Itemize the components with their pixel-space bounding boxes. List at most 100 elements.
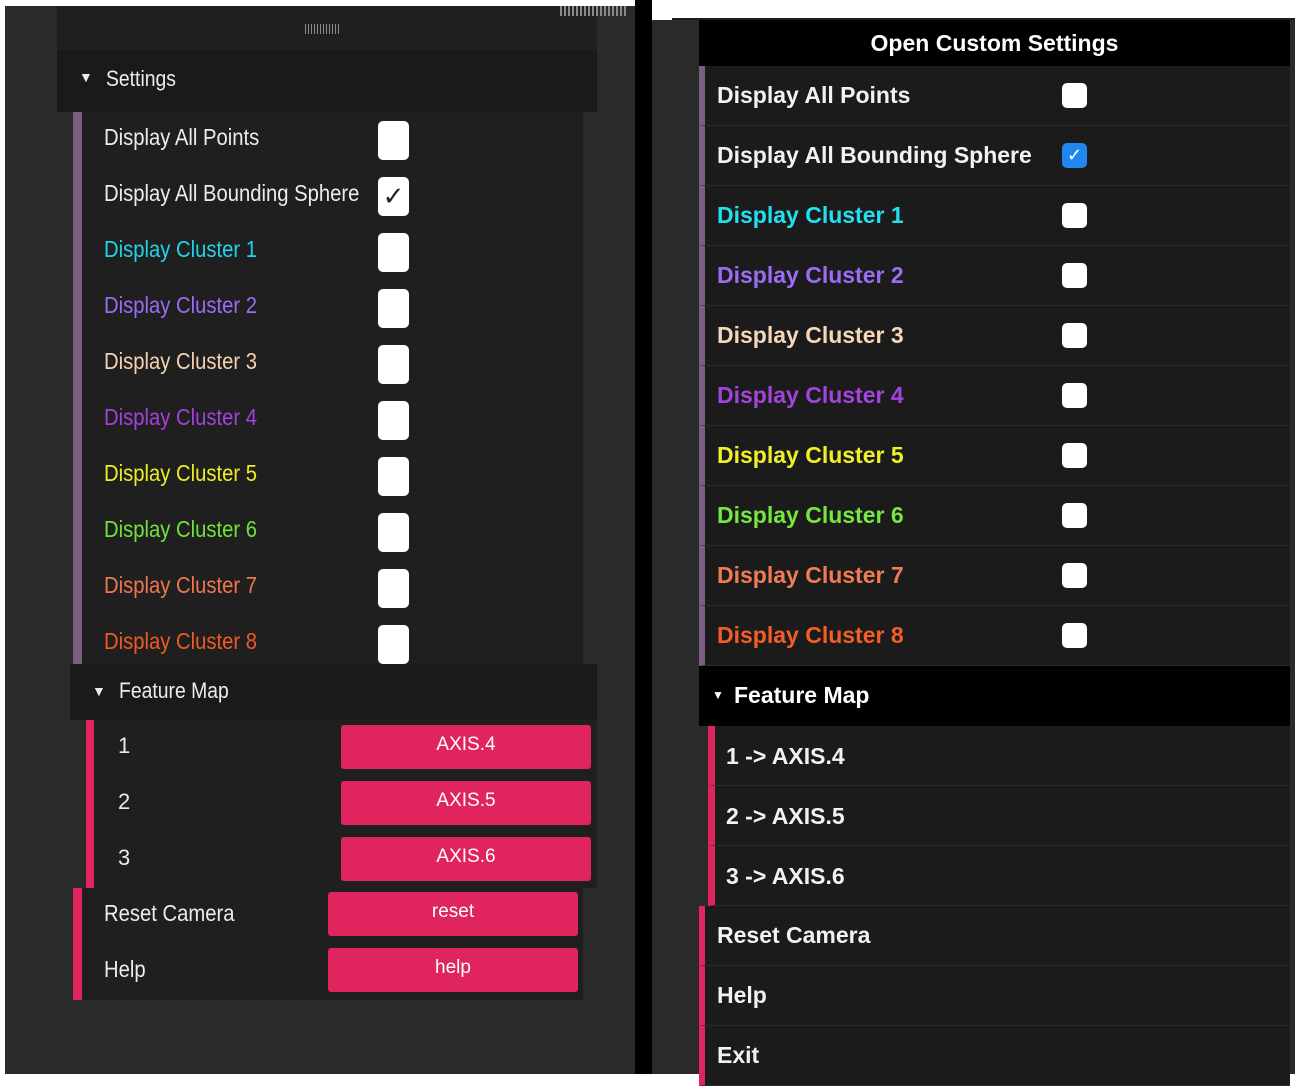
setting-row[interactable]: Display Cluster 7 [699,546,1290,606]
feature-map-title: Feature Map [119,678,229,703]
exit-label: Exit [717,1042,760,1068]
setting-row[interactable]: Display Cluster 1 [699,186,1290,246]
setting-row[interactable]: Display Cluster 2 [699,246,1290,306]
setting-label: Display Cluster 7 [717,562,904,588]
setting-row[interactable]: Display Cluster 4 [73,392,583,448]
setting-checkbox[interactable] [378,289,409,328]
settings-rows: Display All Points Display All Bounding … [73,112,583,672]
feature-map-folder-header[interactable]: ▼ Feature Map [70,664,597,720]
setting-row[interactable]: Display All Bounding Sphere ✓ [73,168,583,224]
setting-row[interactable]: Display Cluster 4 [699,366,1290,426]
feature-map-row: 1 AXIS.4 [86,720,597,776]
setting-checkbox[interactable] [1062,203,1087,228]
setting-label: Display Cluster 5 [104,460,257,486]
setting-label: Display Cluster 4 [104,404,257,430]
reset-camera-row[interactable]: Reset Camera [699,906,1290,966]
setting-checkbox[interactable] [378,233,409,272]
setting-label: Display Cluster 8 [717,622,904,648]
setting-label: Display Cluster 4 [717,382,904,408]
feature-map-folder-header[interactable]: ▼ Feature Map [699,666,1290,726]
setting-checkbox[interactable]: ✓ [378,177,409,216]
setting-label: Display Cluster 5 [717,442,904,468]
setting-label: Display Cluster 8 [104,628,257,654]
feature-map-label: 3 -> AXIS.6 [726,863,845,889]
setting-row[interactable]: Display Cluster 3 [73,336,583,392]
bottom-controls: Reset Camera reset Help help [73,888,583,1000]
left-gui-panel: ▼ Settings Display All Points Display Al… [57,6,597,1006]
setting-label: Display Cluster 6 [104,516,257,542]
setting-label: Display All Points [104,124,260,150]
setting-checkbox[interactable] [1062,623,1087,648]
axis-button[interactable]: AXIS.4 [341,725,591,769]
feature-map-title: Feature Map [734,682,870,708]
help-label: Help [104,956,146,982]
setting-checkbox[interactable] [1062,263,1087,288]
feature-map-label: 2 -> AXIS.5 [726,803,845,829]
setting-checkbox[interactable] [1062,443,1087,468]
reset-camera-row: Reset Camera reset [73,888,583,944]
triangle-down-icon: ▼ [92,683,106,699]
feature-index: 2 [118,789,131,814]
setting-checkbox[interactable] [378,513,409,552]
axis-button[interactable]: AXIS.5 [341,781,591,825]
axis-button[interactable]: AXIS.6 [341,837,591,881]
setting-row[interactable]: Display Cluster 6 [73,504,583,560]
setting-row[interactable]: Display Cluster 5 [73,448,583,504]
setting-checkbox[interactable] [378,625,409,664]
top-drag-grip-icon[interactable] [560,6,626,16]
center-divider [635,0,652,1074]
settings-folder-header[interactable]: ▼ Settings [57,50,597,112]
setting-checkbox[interactable] [1062,563,1087,588]
drag-grip-icon[interactable] [305,24,339,34]
setting-row[interactable]: Display Cluster 2 [73,280,583,336]
panel-drag-area[interactable] [57,6,597,50]
feature-index: 3 [118,845,131,870]
setting-label: Display Cluster 2 [104,292,257,318]
setting-label: Display Cluster 3 [717,322,904,348]
setting-row[interactable]: Display Cluster 3 [699,306,1290,366]
help-row[interactable]: Help [699,966,1290,1026]
feature-map-row: 2 AXIS.5 [86,776,597,832]
setting-checkbox[interactable] [1062,323,1087,348]
setting-row[interactable]: Display Cluster 8 [699,606,1290,666]
setting-checkbox[interactable] [378,569,409,608]
setting-checkbox[interactable] [378,457,409,496]
triangle-down-icon: ▼ [712,688,724,702]
help-button[interactable]: help [328,948,578,992]
open-custom-settings-button[interactable]: Open Custom Settings [699,20,1290,66]
setting-row[interactable]: Display Cluster 7 [73,560,583,616]
setting-row[interactable]: Display Cluster 6 [699,486,1290,546]
reset-button[interactable]: reset [328,892,578,936]
feature-map-row[interactable]: 3 -> AXIS.6 [708,846,1290,906]
setting-row[interactable]: Display Cluster 1 [73,224,583,280]
setting-checkbox[interactable] [1062,83,1087,108]
feature-index: 1 [118,733,131,758]
setting-label: Display Cluster 2 [717,262,904,288]
feature-map-row: 3 AXIS.6 [86,832,597,888]
setting-checkbox[interactable] [378,121,409,160]
setting-label: Display Cluster 6 [717,502,904,528]
triangle-down-icon: ▼ [79,69,93,85]
setting-row[interactable]: Display All Points [73,112,583,168]
setting-checkbox[interactable] [1062,503,1087,528]
feature-map-row[interactable]: 1 -> AXIS.4 [708,726,1290,786]
setting-row[interactable]: Display Cluster 5 [699,426,1290,486]
setting-label: Display All Bounding Sphere [104,180,360,206]
setting-checkbox[interactable] [378,401,409,440]
settings-rows: Display All Points Display All Bounding … [699,66,1290,666]
setting-row[interactable]: Display All Bounding Sphere ✓ [699,126,1290,186]
exit-row[interactable]: Exit [699,1026,1290,1086]
setting-checkbox[interactable] [1062,383,1087,408]
setting-checkbox[interactable] [378,345,409,384]
reset-camera-label: Reset Camera [717,922,871,948]
setting-row[interactable]: Display All Points [699,66,1290,126]
setting-label: Display Cluster 7 [104,572,257,598]
settings-folder-title: Settings [106,66,176,91]
right-gui-panel: Open Custom Settings Display All Points … [699,20,1290,1086]
feature-map-label: 1 -> AXIS.4 [726,743,845,769]
feature-map-row[interactable]: 2 -> AXIS.5 [708,786,1290,846]
feature-map-rows: 1 AXIS.4 2 AXIS.5 3 AXIS.6 [86,720,597,888]
setting-label: Display All Bounding Sphere [717,142,1032,168]
setting-checkbox[interactable]: ✓ [1062,143,1087,168]
right-top-strip [652,0,1295,20]
